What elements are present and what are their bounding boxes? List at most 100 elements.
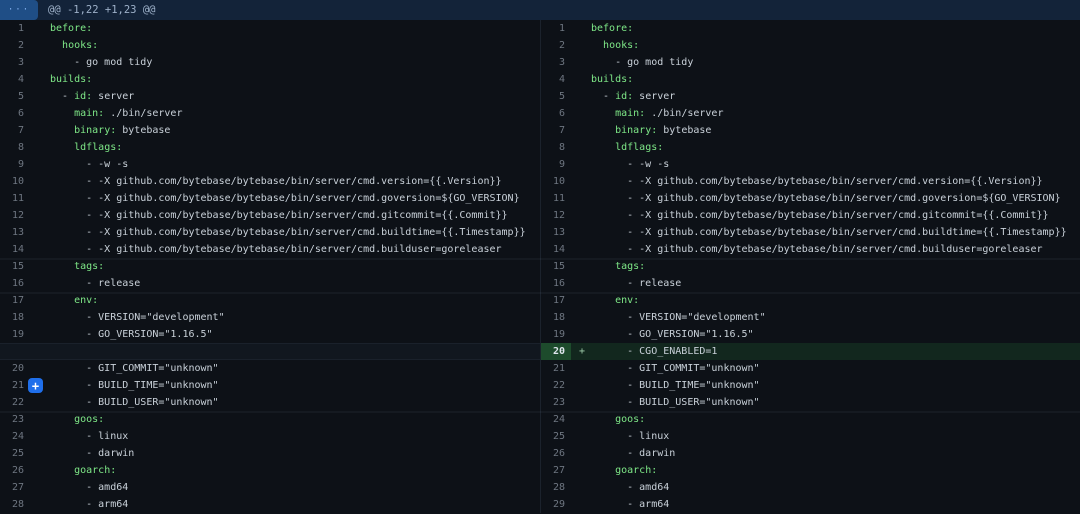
line-number[interactable]: 13 xyxy=(541,224,571,241)
diff-row: 23 - BUILD_USER="unknown" xyxy=(541,394,1080,411)
code-line: before: xyxy=(591,20,1080,37)
line-number[interactable]: 17 xyxy=(541,292,571,309)
line-number[interactable]: 3 xyxy=(541,54,571,71)
line-number[interactable]: 20 xyxy=(0,360,30,377)
line-number[interactable]: 29 xyxy=(541,496,571,513)
line-number[interactable]: 1 xyxy=(541,20,571,37)
line-number[interactable]: 9 xyxy=(541,156,571,173)
diff-marker xyxy=(30,394,50,411)
code-line: env: xyxy=(591,292,1080,309)
line-number[interactable]: 16 xyxy=(0,275,30,292)
diff-marker xyxy=(571,462,591,479)
line-number[interactable]: 26 xyxy=(541,445,571,462)
line-number[interactable]: 5 xyxy=(541,88,571,105)
diff-marker xyxy=(571,411,591,428)
line-number[interactable]: 16 xyxy=(541,275,571,292)
diff-row: 28 - arm64 xyxy=(0,496,540,513)
line-number[interactable]: 15 xyxy=(0,258,30,275)
line-number[interactable]: 12 xyxy=(541,207,571,224)
diff-marker xyxy=(571,445,591,462)
diff-row: 1 before: xyxy=(0,20,540,37)
code-line: - -X github.com/bytebase/bytebase/bin/se… xyxy=(591,190,1080,207)
line-number[interactable]: 12 xyxy=(0,207,30,224)
code-line: - -X github.com/bytebase/bytebase/bin/se… xyxy=(50,224,540,241)
line-number[interactable]: 25 xyxy=(0,445,30,462)
add-comment-button[interactable]: + xyxy=(28,378,43,393)
line-number[interactable]: 17 xyxy=(0,292,30,309)
line-number[interactable]: 21 xyxy=(541,360,571,377)
diff-marker xyxy=(30,411,50,428)
code-line: goos: xyxy=(591,411,1080,428)
line-number[interactable]: 14 xyxy=(541,241,571,258)
line-number[interactable]: 1 xyxy=(0,20,30,37)
diff-marker xyxy=(30,207,50,224)
diff-marker xyxy=(571,258,591,275)
line-number[interactable]: 2 xyxy=(541,37,571,54)
line-number[interactable]: 27 xyxy=(0,479,30,496)
line-number[interactable]: 8 xyxy=(0,139,30,156)
diff-row: 6 main: ./bin/server xyxy=(0,105,540,122)
line-number[interactable]: 24 xyxy=(0,428,30,445)
line-number[interactable]: 23 xyxy=(541,394,571,411)
line-number[interactable]: 23 xyxy=(0,411,30,428)
line-number[interactable]: 11 xyxy=(541,190,571,207)
diff-row: 26 - darwin xyxy=(541,445,1080,462)
diff-row: 16 - release xyxy=(0,275,540,292)
line-number[interactable]: 4 xyxy=(541,71,571,88)
code-line: - release xyxy=(50,275,540,292)
code-line: tags: xyxy=(591,258,1080,275)
diff-marker xyxy=(30,462,50,479)
line-number[interactable]: 7 xyxy=(541,122,571,139)
line-number[interactable]: 24 xyxy=(541,411,571,428)
line-number[interactable]: 13 xyxy=(0,224,30,241)
code-line: - release xyxy=(591,275,1080,292)
line-number[interactable]: 14 xyxy=(0,241,30,258)
line-number[interactable]: 4 xyxy=(0,71,30,88)
diff-row: 11 - -X github.com/bytebase/bytebase/bin… xyxy=(541,190,1080,207)
diff-marker xyxy=(571,275,591,292)
line-number[interactable]: 21 xyxy=(0,377,30,394)
diff-marker xyxy=(30,496,50,513)
line-number[interactable]: 6 xyxy=(541,105,571,122)
code-line: binary: bytebase xyxy=(50,122,540,139)
diff-row: 14 - -X github.com/bytebase/bytebase/bin… xyxy=(0,241,540,258)
line-number[interactable]: 11 xyxy=(0,190,30,207)
diff-marker xyxy=(30,445,50,462)
line-number[interactable]: 6 xyxy=(0,105,30,122)
line-number[interactable]: 27 xyxy=(541,462,571,479)
line-number[interactable]: 7 xyxy=(0,122,30,139)
diff-row: 9 - -w -s xyxy=(541,156,1080,173)
line-number[interactable]: 22 xyxy=(541,377,571,394)
diff-row: 15 tags: xyxy=(0,258,540,275)
line-number[interactable]: 15 xyxy=(541,258,571,275)
line-number[interactable]: 19 xyxy=(541,326,571,343)
line-number[interactable]: 5 xyxy=(0,88,30,105)
line-number[interactable]: 25 xyxy=(541,428,571,445)
line-number[interactable]: 18 xyxy=(0,309,30,326)
expand-hunk-button[interactable]: ··· xyxy=(0,0,38,20)
line-number[interactable]: 26 xyxy=(0,462,30,479)
line-number[interactable]: 3 xyxy=(0,54,30,71)
line-number[interactable]: 18 xyxy=(541,309,571,326)
line-number[interactable]: 10 xyxy=(541,173,571,190)
diff-row: 4 builds: xyxy=(541,71,1080,88)
diff-row: 12 - -X github.com/bytebase/bytebase/bin… xyxy=(0,207,540,224)
line-number[interactable]: 19 xyxy=(0,326,30,343)
line-number[interactable]: 28 xyxy=(0,496,30,513)
diff-marker xyxy=(30,105,50,122)
diff-marker xyxy=(30,88,50,105)
line-number[interactable]: 22 xyxy=(0,394,30,411)
line-number[interactable]: 8 xyxy=(541,139,571,156)
diff-row: 21 - GIT_COMMIT="unknown" xyxy=(541,360,1080,377)
code-line: - -X github.com/bytebase/bytebase/bin/se… xyxy=(50,190,540,207)
diff-row: 22 - BUILD_USER="unknown" xyxy=(0,394,540,411)
line-number[interactable]: 20 xyxy=(541,343,571,360)
code-line: - VERSION="development" xyxy=(50,309,540,326)
diff-marker xyxy=(30,122,50,139)
line-number[interactable]: 10 xyxy=(0,173,30,190)
diff-marker xyxy=(30,479,50,496)
code-line: goos: xyxy=(50,411,540,428)
line-number[interactable]: 2 xyxy=(0,37,30,54)
line-number[interactable]: 9 xyxy=(0,156,30,173)
line-number[interactable]: 28 xyxy=(541,479,571,496)
